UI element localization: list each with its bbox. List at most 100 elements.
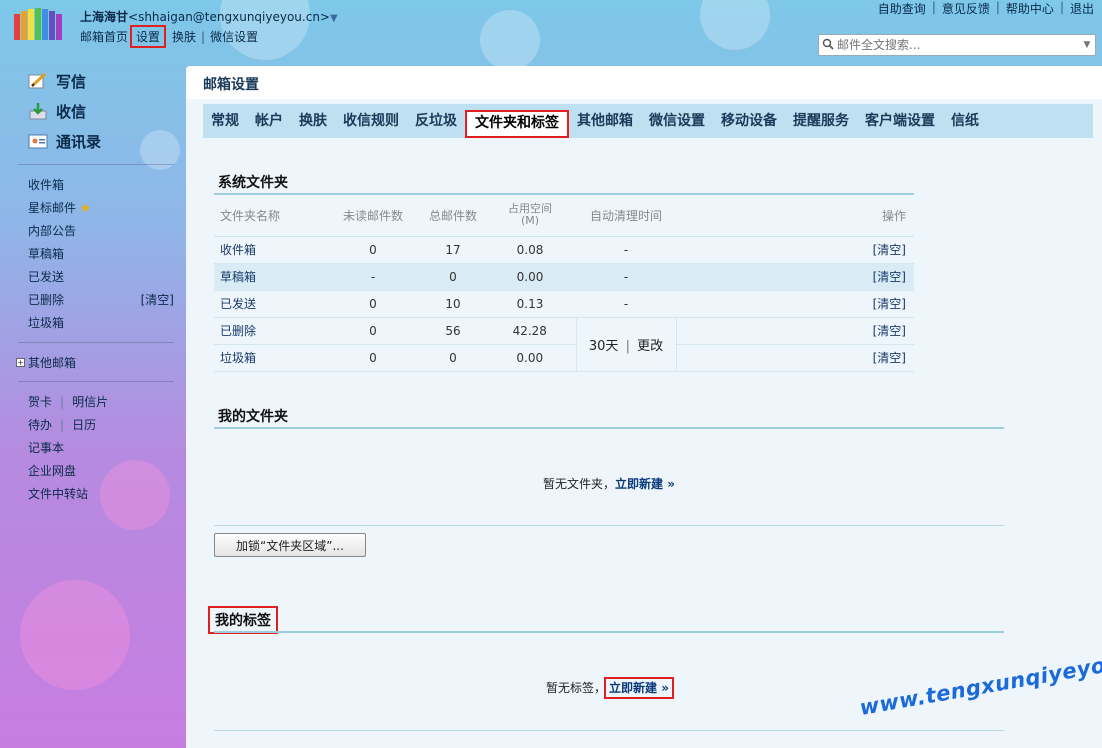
link-self-service[interactable]: 自助查询 [878, 0, 926, 17]
clean-days: 30天 [588, 338, 619, 354]
tab-other-mailboxes[interactable]: 其他邮箱 [569, 104, 641, 138]
compose-label: 写信 [56, 72, 87, 91]
no-folders-text: 暂无文件夹， [543, 477, 616, 491]
link-logout[interactable]: 退出 [1070, 0, 1094, 17]
section-divider [214, 427, 1004, 429]
action-cell: [清空] [676, 317, 914, 345]
sidebar-item-other-mailboxes[interactable]: + 其他邮箱 [0, 351, 180, 373]
empty-folder-link[interactable]: [清空] [873, 351, 906, 365]
nav-settings[interactable]: 设置 [130, 25, 167, 48]
link-feedback[interactable]: 意见反馈 [942, 0, 990, 17]
other-mail-label: 其他邮箱 [28, 355, 77, 370]
tool-disk[interactable]: 企业网盘 [28, 462, 76, 479]
empty-folder-link[interactable]: [清空] [873, 243, 906, 257]
tab-client[interactable]: 客户端设置 [857, 104, 943, 138]
pencil-icon [28, 72, 48, 90]
my-folders-empty: 暂无文件夹，立即新建 » [214, 475, 1004, 492]
unread-cell: 0 [324, 236, 422, 264]
tool-file-transfer[interactable]: 文件中转站 [28, 485, 88, 502]
section-divider [214, 631, 1004, 633]
empty-folder-link[interactable]: [清空] [873, 297, 906, 311]
unread-cell: 0 [324, 317, 422, 345]
tab-receive-rules[interactable]: 收信规则 [335, 104, 407, 138]
space-cell: 0.13 [484, 290, 576, 318]
expand-icon[interactable]: + [16, 357, 25, 367]
total-cell: 56 [422, 317, 484, 345]
my-folders-title: 我的文件夹 [218, 409, 288, 425]
change-clean-link[interactable]: 更改 [637, 339, 663, 354]
folder-label: 收件箱 [28, 178, 65, 192]
folder-name-cell[interactable]: 草稿箱 [214, 263, 324, 291]
separator: | [625, 338, 630, 354]
link-help-center[interactable]: 帮助中心 [1006, 0, 1054, 17]
tool-notes[interactable]: 记事本 [28, 439, 64, 456]
folder-name-cell[interactable]: 收件箱 [214, 236, 324, 264]
sidebar-item-sent[interactable]: 已发送 [28, 265, 174, 288]
bokeh-decoration [700, 0, 770, 50]
receive-label: 收信 [56, 102, 87, 121]
contacts-button[interactable]: 通讯录 [0, 126, 180, 156]
separator: | [60, 417, 65, 432]
folder-name-cell[interactable]: 已删除 [214, 317, 324, 345]
total-cell: 0 [422, 344, 484, 372]
user-identity: 上海海甘<shhaigan@tengxunqiyeyou.cn>▼ [80, 8, 338, 25]
search-input[interactable] [837, 38, 1079, 52]
folder-label: 内部公告 [28, 224, 77, 238]
folder-name-cell[interactable]: 垃圾箱 [214, 344, 324, 372]
action-cell: [清空] [676, 344, 914, 372]
sidebar-divider [18, 381, 174, 382]
create-label-link[interactable]: 立即新建 » [604, 677, 674, 699]
tab-stationery[interactable]: 信纸 [943, 104, 987, 138]
tab-skin[interactable]: 换肤 [291, 104, 335, 138]
space-cell: 0.08 [484, 236, 576, 264]
section-divider [214, 525, 1004, 526]
nav-mail-home[interactable]: 邮箱首页 [80, 28, 128, 45]
lock-folder-area-button[interactable]: 加锁“文件夹区域”... [214, 533, 366, 557]
tab-account[interactable]: 帐户 [247, 104, 291, 138]
user-name: 上海海甘 [80, 10, 129, 24]
action-cell: [清空] [676, 263, 914, 291]
bokeh-decoration [480, 10, 540, 70]
tool-postcard[interactable]: 明信片 [72, 393, 108, 410]
sidebar: 写信 收信 通讯录 收件箱 星标邮件 ★ 内部公告 草稿箱 已发送 已删除 [清空]… [0, 66, 180, 505]
tab-wechat[interactable]: 微信设置 [641, 104, 713, 138]
sidebar-item-deleted[interactable]: 已删除 [清空] [28, 288, 174, 311]
table-row: 垃圾箱 0 0 0.00 [清空] [214, 344, 914, 372]
nav-wechat-settings[interactable]: 微信设置 [210, 28, 258, 45]
tools-list: 贺卡 | 明信片 待办 | 日历 记事本 企业网盘 文件中转站 [0, 390, 180, 505]
total-cell: 10 [422, 290, 484, 318]
table-row: 草稿箱 - 0 0.00 - [清空] [214, 263, 914, 291]
empty-folder-link[interactable]: [清空] [873, 270, 906, 284]
sidebar-item-starred[interactable]: 星标邮件 ★ [28, 196, 174, 219]
nav-skin[interactable]: 换肤 [172, 28, 196, 45]
system-folders-title: 系统文件夹 [218, 175, 288, 191]
sidebar-divider [18, 342, 174, 343]
folder-label: 草稿箱 [28, 247, 65, 261]
my-labels-title: 我的标签 [208, 606, 278, 634]
action-cell: [清空] [676, 236, 914, 264]
folder-name-cell[interactable]: 已发送 [214, 290, 324, 318]
tab-mobile[interactable]: 移动设备 [713, 104, 785, 138]
sidebar-item-drafts[interactable]: 草稿箱 [28, 242, 174, 265]
col-folder-name: 文件夹名称 [214, 193, 324, 237]
receive-button[interactable]: 收信 [0, 96, 180, 126]
tab-anti-spam[interactable]: 反垃圾 [407, 104, 465, 138]
search-icon[interactable] [819, 38, 837, 53]
compose-button[interactable]: 写信 [0, 66, 180, 96]
account-dropdown-icon[interactable]: ▼ [330, 13, 338, 24]
tool-calendar[interactable]: 日历 [72, 416, 96, 433]
empty-deleted-link[interactable]: [清空] [141, 291, 174, 308]
sidebar-item-announcements[interactable]: 内部公告 [28, 219, 174, 242]
sidebar-item-spam[interactable]: 垃圾箱 [28, 311, 174, 334]
col-total: 总邮件数 [422, 193, 484, 237]
sidebar-item-inbox[interactable]: 收件箱 [28, 173, 174, 196]
tab-reminders[interactable]: 提醒服务 [785, 104, 857, 138]
tool-greeting-card[interactable]: 贺卡 [28, 393, 52, 410]
tab-general[interactable]: 常规 [203, 104, 247, 138]
table-row: 已发送 0 10 0.13 - [清空] [214, 290, 914, 318]
create-folder-link[interactable]: 立即新建 » [615, 477, 675, 491]
tab-folders-labels[interactable]: 文件夹和标签 [465, 110, 569, 138]
tool-todo[interactable]: 待办 [28, 416, 52, 433]
search-dropdown-icon[interactable]: ▼ [1079, 40, 1095, 50]
empty-folder-link[interactable]: [清空] [873, 324, 906, 338]
